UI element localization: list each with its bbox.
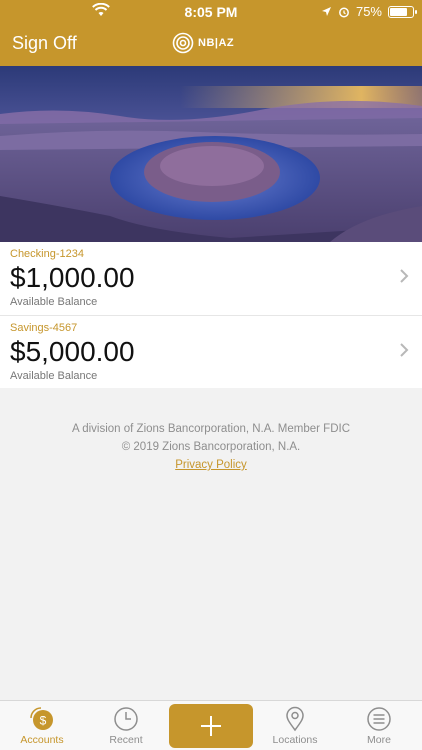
account-name: Savings-4567: [10, 322, 78, 334]
account-balance: $5,000.00: [10, 336, 135, 367]
location-arrow-icon: [321, 7, 331, 16]
alarm-icon: [339, 7, 349, 17]
svg-text:$: $: [40, 714, 47, 728]
chevron-right-icon: [400, 269, 409, 283]
battery-icon: [388, 5, 417, 18]
battery-percent: 75%: [355, 4, 382, 19]
balance-label: Available Balance: [10, 370, 98, 382]
account-row-savings[interactable]: Savings-4567 $5,000.00 Available Balance: [0, 316, 422, 388]
tab-bar: $ Accounts Recent Locations More: [0, 700, 422, 750]
footer-disclosure: A division of Zions Bancorporation, N.A.…: [0, 420, 422, 474]
privacy-policy-link[interactable]: Privacy Policy: [175, 459, 247, 471]
tab-more[interactable]: More: [337, 701, 421, 750]
hero-landscape-image: [0, 66, 422, 242]
bank-logo: NB|AZ: [172, 32, 234, 54]
chevron-right-icon: [400, 343, 409, 357]
status-bar: 8:05 PM 75%: [0, 0, 422, 24]
account-name: Checking-1234: [10, 248, 84, 260]
sign-off-button[interactable]: Sign Off: [12, 33, 77, 54]
tab-label: Locations: [272, 734, 318, 746]
copyright-text: © 2019 Zions Bancorporation, N.A.: [121, 441, 301, 453]
logo-swirl-icon: [172, 32, 194, 54]
balance-label: Available Balance: [10, 296, 98, 308]
tab-label: Accounts: [20, 734, 64, 746]
tab-label: More: [367, 734, 391, 746]
clock-icon: [114, 707, 138, 731]
nav-bar: Sign Off NB|AZ: [0, 24, 422, 66]
accounts-list: Checking-1234 $1,000.00 Available Balanc…: [0, 242, 422, 388]
account-balance: $1,000.00: [10, 262, 135, 293]
map-pin-icon: [286, 706, 304, 732]
menu-circle-icon: [367, 707, 391, 731]
tab-locations[interactable]: Locations: [253, 701, 337, 750]
fdic-disclosure: A division of Zions Bancorporation, N.A.…: [71, 423, 351, 435]
dollar-coin-icon: $: [30, 707, 53, 730]
add-button[interactable]: [169, 704, 253, 748]
tab-accounts[interactable]: $ Accounts: [0, 701, 84, 750]
tab-recent[interactable]: Recent: [84, 701, 168, 750]
account-row-checking[interactable]: Checking-1234 $1,000.00 Available Balanc…: [0, 242, 422, 316]
plus-icon: [201, 716, 221, 736]
tab-label: Recent: [109, 734, 143, 746]
logo-text: NB|AZ: [198, 37, 235, 49]
